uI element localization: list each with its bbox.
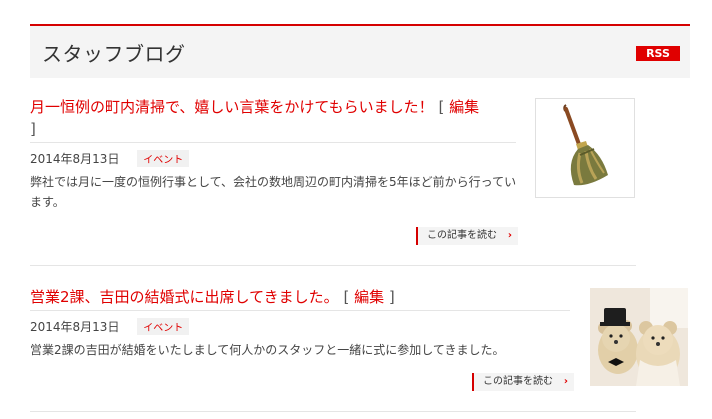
category-tag[interactable]: イベント — [137, 318, 190, 335]
widget-title: スタッフブログ — [42, 42, 186, 66]
post-title-link[interactable]: 営業2課、吉田の結婚式に出席してきました。 — [30, 288, 339, 306]
post-separator — [30, 265, 636, 266]
read-more-button[interactable]: この記事を読む › — [416, 227, 518, 245]
edit-bracket-open: [ — [438, 98, 445, 116]
blog-post: 月一恒例の町内清掃で、嬉しい言葉をかけてもらいました！ [ 編集 ] — [30, 96, 520, 140]
post-title-link[interactable]: 月一恒例の町内清掃で、嬉しい言葉をかけてもらいました！ — [30, 98, 434, 116]
edit-bracket-close: ] — [388, 288, 395, 306]
category-tag[interactable]: イベント — [137, 150, 190, 167]
teddy-bears-photo — [590, 288, 688, 386]
post-separator — [30, 411, 636, 412]
post-excerpt: 営業2課の吉田が結婚をいたしまして何人かのスタッフと一緒に式に参加してきました。 — [30, 343, 505, 357]
chevron-right-icon: › — [563, 376, 568, 387]
post-date: 2014年8月13日 — [30, 152, 120, 166]
broom-icon — [563, 104, 608, 186]
post-date: 2014年8月13日 — [30, 320, 120, 334]
edit-bracket-open: [ — [343, 288, 350, 306]
staff-blog-widget: スタッフブログ RSS — [30, 24, 690, 78]
edit-bracket-close: ] — [30, 120, 36, 138]
edit-link[interactable]: 編集 — [354, 288, 384, 306]
blog-post: 営業2課、吉田の結婚式に出席してきました。 [ 編集 ] — [30, 286, 570, 308]
post-thumbnail[interactable] — [590, 288, 688, 386]
post-title: 営業2課、吉田の結婚式に出席してきました。 [ 編集 ] — [30, 286, 570, 308]
title-divider — [30, 142, 516, 143]
edit-link[interactable]: 編集 — [449, 98, 479, 116]
read-more-label: この記事を読む — [483, 376, 553, 387]
rss-button[interactable]: RSS — [636, 46, 680, 61]
read-more-button[interactable]: この記事を読む › — [472, 373, 574, 391]
post-excerpt: 弊社では月に一度の恒例行事として、会社の数地周辺の町内清掃を5年ほど前から行って… — [30, 175, 517, 209]
post-meta: 2014年8月13日 イベント — [30, 318, 190, 335]
chevron-right-icon: › — [507, 230, 512, 241]
post-thumbnail[interactable] — [535, 98, 635, 198]
post-meta: 2014年8月13日 イベント — [30, 150, 190, 167]
title-divider — [30, 310, 570, 311]
post-title: 月一恒例の町内清掃で、嬉しい言葉をかけてもらいました！ [ 編集 ] — [30, 96, 520, 140]
widget-header: スタッフブログ RSS — [30, 24, 690, 78]
read-more-label: この記事を読む — [427, 230, 497, 241]
